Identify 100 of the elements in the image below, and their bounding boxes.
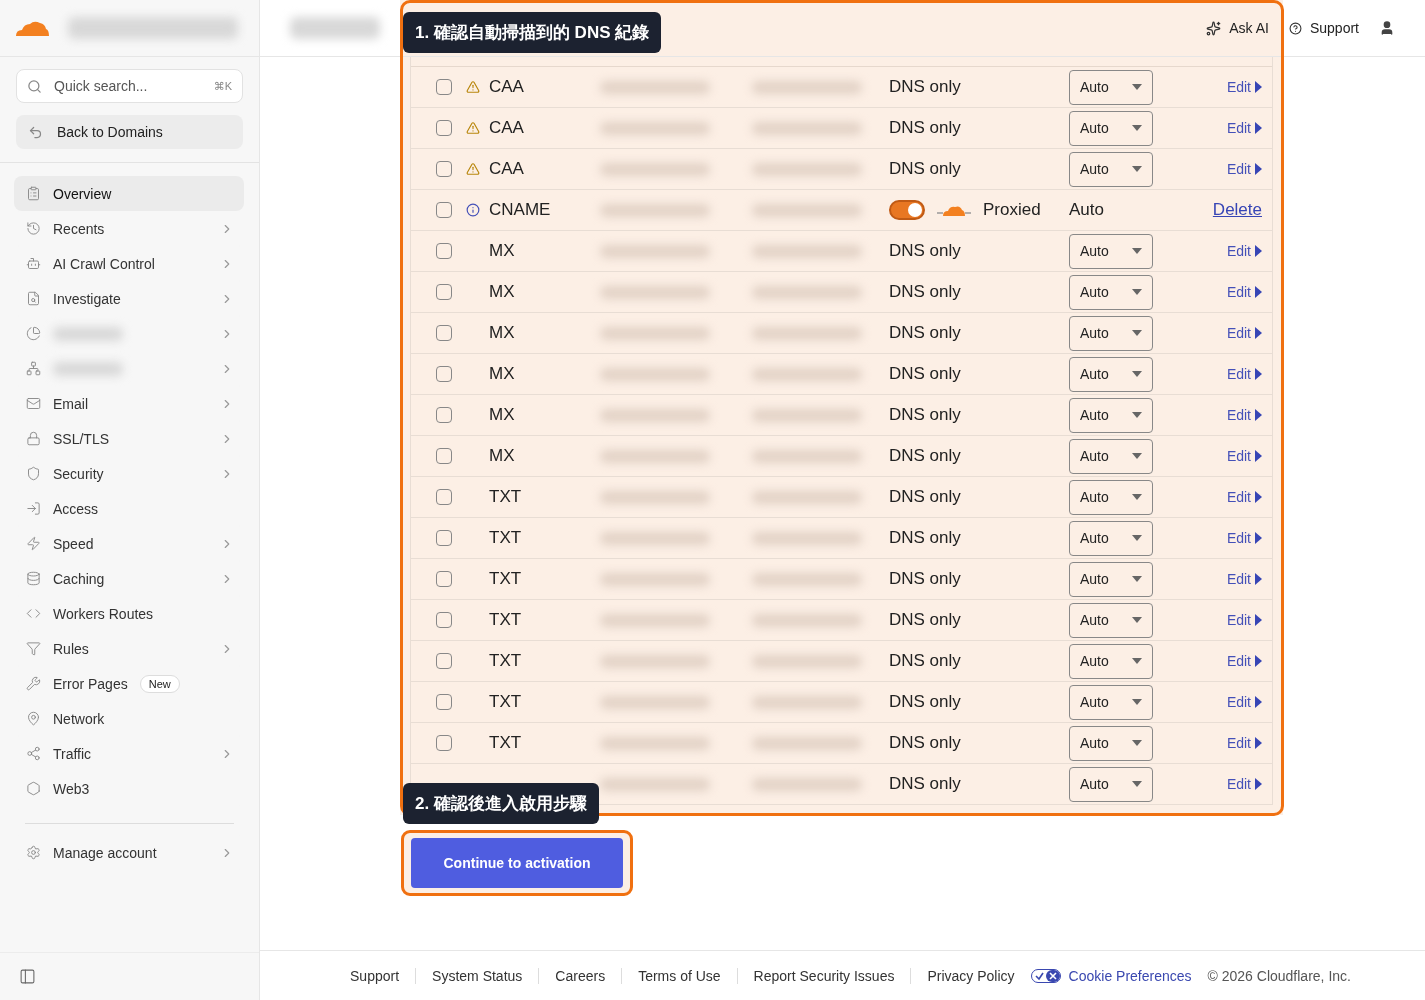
footer-link[interactable]: Privacy Policy [927, 967, 1015, 984]
proxy-toggle[interactable] [889, 200, 925, 220]
back-button[interactable]: Back to Domains [16, 115, 243, 149]
ttl-select[interactable]: Auto [1069, 397, 1153, 433]
ttl-select[interactable]: Auto [1069, 315, 1153, 351]
support-button[interactable]: Support [1288, 20, 1359, 36]
edit-link[interactable]: Edit [1226, 407, 1262, 423]
share-icon [26, 746, 41, 761]
row-checkbox[interactable] [436, 694, 452, 710]
ttl-select[interactable]: Auto [1069, 233, 1153, 269]
ttl-select[interactable]: Auto [1069, 602, 1153, 638]
record-type: MX [489, 446, 515, 465]
row-checkbox[interactable] [436, 120, 452, 136]
clock-icon [26, 221, 41, 236]
edit-link[interactable]: Edit [1226, 612, 1262, 628]
continue-button[interactable]: Continue to activation [411, 838, 623, 888]
row-checkbox[interactable] [436, 571, 452, 587]
row-checkbox[interactable] [436, 243, 452, 259]
gear-icon [26, 845, 41, 860]
ttl-select[interactable]: Auto [1069, 356, 1153, 392]
bolt-icon [26, 536, 41, 551]
ttl-select[interactable]: Auto [1069, 151, 1153, 187]
edit-link[interactable]: Edit [1226, 120, 1262, 136]
caret-down-icon [1132, 166, 1142, 172]
record-type: MX [489, 241, 515, 260]
footer-link[interactable]: Terms of Use [638, 967, 721, 984]
proxy-status: DNS only [889, 774, 962, 794]
edit-link[interactable]: Edit [1226, 653, 1262, 669]
row-checkbox[interactable] [436, 407, 452, 423]
ttl-select[interactable]: Auto [1069, 643, 1153, 679]
proxy-status: DNS only [889, 692, 962, 712]
row-checkbox[interactable] [436, 653, 452, 669]
pie-chart-icon [26, 326, 41, 341]
footer-link[interactable]: System Status [432, 967, 523, 984]
record-type: CAA [489, 77, 524, 96]
map-pin-icon [26, 711, 41, 726]
footer-link[interactable]: Report Security Issues [753, 967, 895, 984]
row-checkbox[interactable] [436, 612, 452, 628]
caret-down-icon [1132, 125, 1142, 131]
edit-link[interactable]: Edit [1226, 448, 1262, 464]
caret-right-icon [1255, 696, 1262, 708]
edit-link[interactable]: Edit [1226, 161, 1262, 177]
ttl-select[interactable]: Auto [1069, 766, 1153, 802]
cookie-preferences-link[interactable]: Cookie Preferences [1030, 967, 1192, 984]
row-checkbox[interactable] [436, 202, 452, 218]
edit-link[interactable]: Edit [1226, 735, 1262, 751]
ttl-select[interactable]: Auto [1069, 684, 1153, 720]
row-checkbox[interactable] [436, 530, 452, 546]
delete-link[interactable]: Delete [1212, 200, 1262, 220]
edit-link[interactable]: Edit [1226, 776, 1262, 792]
ttl-select[interactable]: Auto [1069, 110, 1153, 146]
edit-link[interactable]: Edit [1226, 571, 1262, 587]
caret-right-icon [1255, 286, 1262, 298]
ttl-select[interactable]: Auto [1069, 479, 1153, 515]
edit-link[interactable]: Edit [1226, 530, 1262, 546]
edit-link[interactable]: Edit [1226, 489, 1262, 505]
sidebar-toggle-icon[interactable] [19, 968, 36, 985]
record-type: CAA [489, 118, 524, 137]
edit-link[interactable]: Edit [1226, 284, 1262, 300]
row-checkbox[interactable] [436, 325, 452, 341]
proxy-status: DNS only [889, 159, 962, 179]
ttl-select[interactable]: Auto [1069, 520, 1153, 556]
row-checkbox[interactable] [436, 735, 452, 751]
search-field[interactable]: Quick search... ⌘K [16, 69, 243, 103]
proxy-status: DNS only [889, 528, 962, 548]
record-type: MX [489, 405, 515, 424]
caret-right-icon [1255, 491, 1262, 503]
proxy-status: DNS only [889, 569, 962, 589]
user-icon[interactable] [1379, 20, 1395, 36]
edit-link[interactable]: Edit [1226, 79, 1262, 95]
edit-link[interactable]: Edit [1226, 325, 1262, 341]
footer-link[interactable]: Careers [555, 967, 606, 984]
cloud-icon [937, 203, 971, 217]
caret-down-icon [1132, 289, 1142, 295]
proxy-status: DNS only [889, 733, 962, 753]
row-checkbox[interactable] [436, 448, 452, 464]
edit-link[interactable]: Edit [1226, 243, 1262, 259]
ttl-select[interactable]: Auto [1069, 561, 1153, 597]
edit-link[interactable]: Edit [1226, 366, 1262, 382]
nav-item[interactable]: Overview [14, 176, 244, 211]
ttl-select[interactable]: Auto [1069, 438, 1153, 474]
caret-right-icon [1255, 122, 1262, 134]
ttl-select[interactable]: Auto [1069, 725, 1153, 761]
row-checkbox[interactable] [436, 366, 452, 382]
row-checkbox[interactable] [436, 284, 452, 300]
edit-link[interactable]: Edit [1226, 694, 1262, 710]
proxy-status: DNS only [889, 364, 962, 384]
record-type: MX [489, 282, 515, 301]
ttl-select[interactable]: Auto [1069, 274, 1153, 310]
caret-right-icon [1255, 532, 1262, 544]
row-checkbox[interactable] [436, 79, 452, 95]
footer-link[interactable]: Support [350, 967, 400, 984]
proxy-status: DNS only [889, 282, 962, 302]
ttl-select[interactable]: Auto [1069, 69, 1153, 105]
row-checkbox[interactable] [436, 489, 452, 505]
row-checkbox[interactable] [436, 161, 452, 177]
undo-arrow-icon [28, 124, 43, 140]
caret-down-icon [1132, 658, 1142, 664]
search-input[interactable]: Quick search... [52, 77, 204, 95]
ask-ai-button[interactable]: Ask AI [1206, 20, 1269, 36]
